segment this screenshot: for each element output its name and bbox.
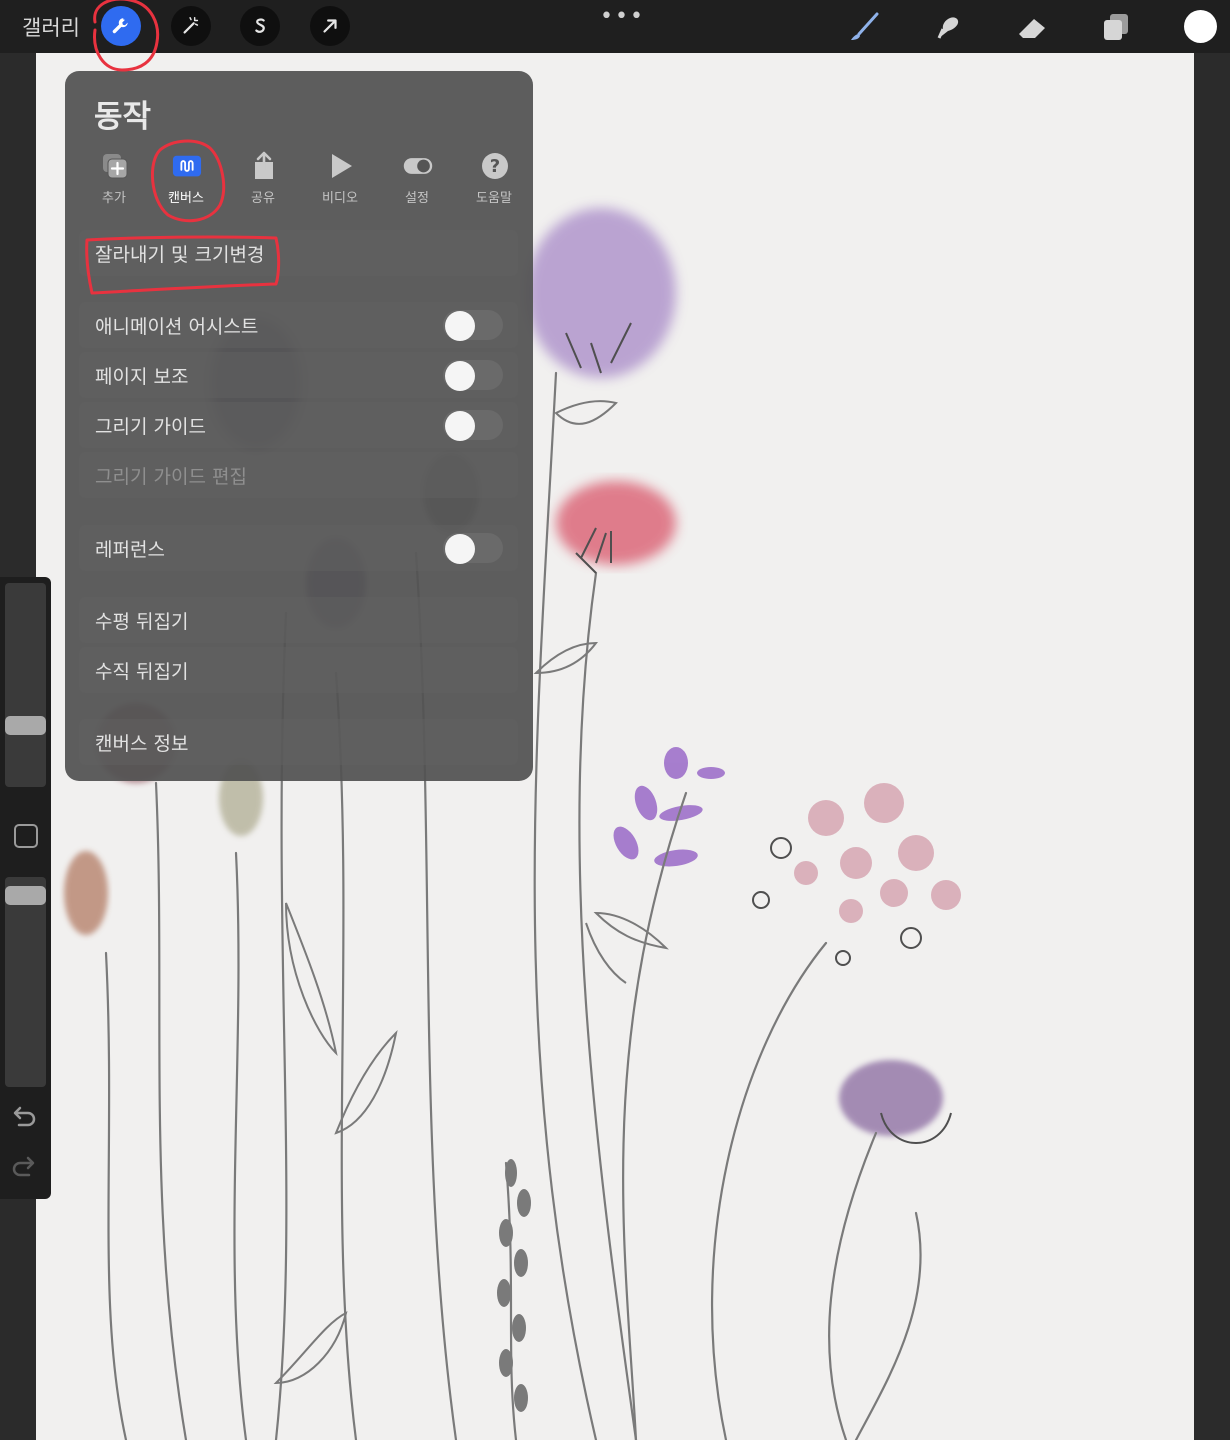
tab-help-label: 도움말 xyxy=(476,191,512,206)
actions-panel: 동작 추가 캔버스 공유 비디오 설정 ? 도움말 잘라내기 및 크기변경 애니… xyxy=(65,71,533,781)
tab-help[interactable]: ? 도움말 xyxy=(459,149,529,209)
reference-item[interactable]: 레퍼런스 xyxy=(79,525,518,571)
reference-label: 레퍼런스 xyxy=(95,539,165,561)
tab-settings[interactable]: 설정 xyxy=(382,149,452,209)
drawing-guide-label: 그리기 가이드 xyxy=(95,416,206,438)
panel-title: 동작 xyxy=(94,99,152,135)
flip-horizontal-label: 수평 뒤집기 xyxy=(95,611,189,633)
left-sidebar xyxy=(0,577,51,1199)
help-icon: ? xyxy=(480,151,510,181)
share-icon xyxy=(249,151,279,181)
canvas-info-item[interactable]: 캔버스 정보 xyxy=(79,719,518,765)
tab-canvas[interactable]: 캔버스 xyxy=(151,149,221,209)
crop-resize-label: 잘라내기 및 크기변경 xyxy=(95,244,265,266)
tab-settings-label: 설정 xyxy=(405,191,429,206)
drawing-guide-item[interactable]: 그리기 가이드 xyxy=(79,402,518,448)
wrench-icon[interactable] xyxy=(101,6,141,46)
page-assist-label: 페이지 보조 xyxy=(95,366,189,388)
opacity-slider[interactable] xyxy=(5,877,46,1087)
actions-tabs: 추가 캔버스 공유 비디오 설정 ? 도움말 xyxy=(79,149,533,209)
canvas-info-label: 캔버스 정보 xyxy=(95,733,189,755)
animation-assist-label: 애니메이션 어시스트 xyxy=(95,316,259,338)
flip-vertical-label: 수직 뒤집기 xyxy=(95,661,189,683)
eraser-icon[interactable] xyxy=(1013,8,1051,46)
modify-button[interactable] xyxy=(14,824,38,848)
edit-drawing-guide-label: 그리기 가이드 편집 xyxy=(95,466,247,488)
tab-canvas-label: 캔버스 xyxy=(168,191,204,206)
drawing-guide-toggle[interactable] xyxy=(443,410,503,441)
animation-assist-item[interactable]: 애니메이션 어시스트 xyxy=(79,302,518,348)
tab-share-label: 공유 xyxy=(251,191,275,206)
add-icon xyxy=(100,151,130,181)
toggle-icon xyxy=(403,151,433,181)
edit-drawing-guide-item: 그리기 가이드 편집 xyxy=(79,452,518,498)
arrow-move-icon[interactable] xyxy=(310,6,350,46)
page-assist-item[interactable]: 페이지 보조 xyxy=(79,352,518,398)
redo-icon[interactable] xyxy=(10,1155,38,1187)
brush-size-thumb[interactable] xyxy=(5,716,46,735)
tab-video[interactable]: 비디오 xyxy=(305,149,375,209)
selection-s-icon[interactable] xyxy=(240,6,280,46)
magic-wand-icon[interactable] xyxy=(171,6,211,46)
color-swatch[interactable] xyxy=(1184,10,1217,43)
opacity-thumb[interactable] xyxy=(5,886,46,905)
page-assist-toggle[interactable] xyxy=(443,360,503,391)
flip-horizontal-item[interactable]: 수평 뒤집기 xyxy=(79,597,518,643)
play-icon xyxy=(326,151,356,181)
gallery-button[interactable]: 갤러리 xyxy=(22,12,80,42)
reference-toggle[interactable] xyxy=(443,533,503,564)
canvas-icon xyxy=(172,151,202,181)
undo-icon[interactable] xyxy=(10,1105,38,1137)
smudge-icon[interactable] xyxy=(929,8,967,46)
crop-resize-item[interactable]: 잘라내기 및 크기변경 xyxy=(79,230,518,276)
animation-assist-toggle[interactable] xyxy=(443,310,503,341)
tab-add-label: 추가 xyxy=(102,191,126,206)
brush-icon[interactable] xyxy=(845,8,883,46)
tab-video-label: 비디오 xyxy=(322,191,358,206)
more-icon[interactable]: ••• xyxy=(600,4,645,29)
svg-text:?: ? xyxy=(490,156,500,177)
tab-add[interactable]: 추가 xyxy=(79,149,149,209)
brush-size-slider[interactable] xyxy=(5,583,46,787)
tab-share[interactable]: 공유 xyxy=(228,149,298,209)
flip-vertical-item[interactable]: 수직 뒤집기 xyxy=(79,647,518,693)
top-toolbar: 갤러리 ••• xyxy=(0,0,1230,53)
layers-icon[interactable] xyxy=(1097,8,1135,46)
